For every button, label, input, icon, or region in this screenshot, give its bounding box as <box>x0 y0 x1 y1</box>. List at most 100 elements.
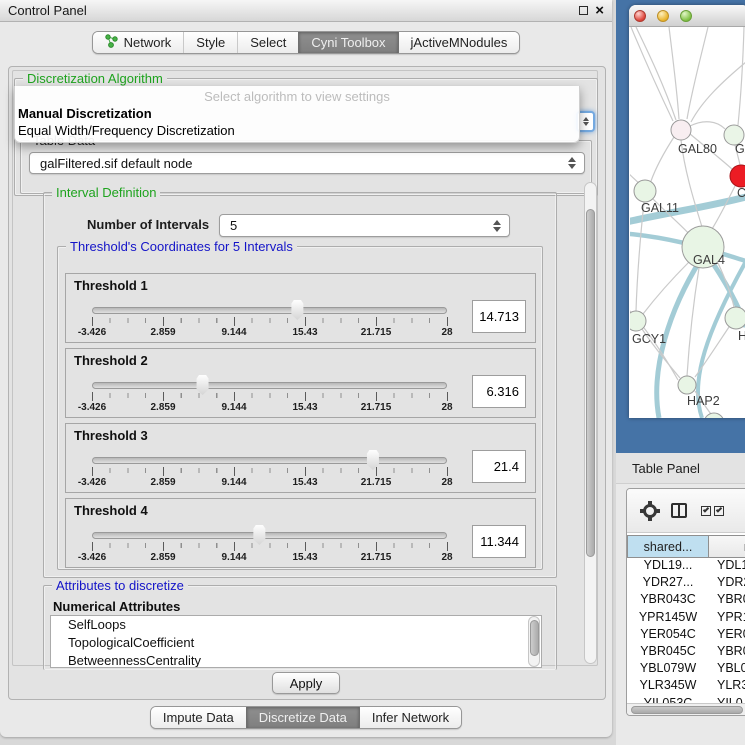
node-label: GAL11 <box>641 201 679 215</box>
scrollbar-thumb[interactable] <box>586 209 595 557</box>
column-header-name[interactable]: name <box>709 535 745 558</box>
tab-jactivemnodules[interactable]: jActiveMNodules <box>398 32 520 53</box>
network-edge[interactable] <box>691 62 745 122</box>
attributes-list-scrollbar[interactable] <box>528 616 540 667</box>
attribute-list-item[interactable]: SelfLoops <box>51 616 541 634</box>
tick-label: 9.144 <box>221 477 246 488</box>
threshold-value-field[interactable]: 6.316 <box>472 375 526 408</box>
network-edge[interactable] <box>636 27 676 120</box>
attribute-list-item[interactable]: TopologicalCoefficient <box>51 634 541 652</box>
float-window-icon[interactable] <box>579 6 588 15</box>
table-header: shared... name <box>627 535 745 558</box>
apply-button[interactable]: Apply <box>272 672 341 694</box>
table-toolbar <box>627 489 745 533</box>
table-row[interactable]: YBR043CYBR0 <box>627 592 745 609</box>
threshold-value-field[interactable]: 21.4 <box>472 450 526 483</box>
column-label: shared... <box>644 540 693 554</box>
tab-infer-network[interactable]: Infer Network <box>359 707 461 728</box>
attribute-list-item[interactable]: BetweennessCentrality <box>51 652 541 668</box>
network-window-titlebar[interactable] <box>629 5 745 27</box>
close-traffic-light-icon[interactable] <box>634 10 646 22</box>
threshold-value-field[interactable]: 14.713 <box>472 300 526 333</box>
network-node[interactable] <box>634 180 656 202</box>
tick-label: 15.43 <box>292 402 317 413</box>
number-of-intervals-label: Number of Intervals <box>87 217 209 232</box>
threshold-value-field[interactable]: 11.344 <box>472 525 526 558</box>
network-node[interactable] <box>725 307 745 329</box>
network-edge[interactable] <box>690 122 725 129</box>
tab-select[interactable]: Select <box>237 32 298 53</box>
network-edge[interactable] <box>630 162 640 184</box>
slider-scale: -3.4262.8599.14415.4321.71528 <box>92 467 447 489</box>
tick-label: 28 <box>441 552 452 563</box>
dropdown-option-equal-width-frequency[interactable]: Equal Width/Frequency Discretization <box>18 123 571 138</box>
network-edge[interactable] <box>687 27 708 119</box>
network-node[interactable] <box>671 120 691 140</box>
tab-network[interactable]: Network <box>93 32 184 53</box>
table-cell: YLR345W <box>627 678 709 695</box>
table-row[interactable]: YBL079WYBL0 <box>627 661 745 678</box>
group-title: Threshold's Coordinates for 5 Intervals <box>66 239 297 254</box>
tick-label: 21.715 <box>361 402 392 413</box>
tick-label: 28 <box>441 402 452 413</box>
table-row[interactable]: YIL053CYIL0 <box>627 696 745 704</box>
dropdown-option-manual-discretization[interactable]: Manual Discretization <box>18 106 571 121</box>
scrollbar-thumb[interactable] <box>530 620 539 656</box>
table-horizontal-scrollbar[interactable] <box>627 703 745 716</box>
slider-track[interactable] <box>92 457 447 464</box>
table-row[interactable]: YDL19...YDL1 <box>627 558 745 575</box>
slider-track[interactable] <box>92 382 447 389</box>
network-node[interactable] <box>704 413 724 418</box>
table-cell: YBL079W <box>627 661 709 678</box>
tab-discretize-data[interactable]: Discretize Data <box>246 707 359 728</box>
zoom-traffic-light-icon[interactable] <box>680 10 692 22</box>
network-node[interactable] <box>678 376 696 394</box>
table-row[interactable]: YLR345WYLR3 <box>627 678 745 695</box>
column-header-shared-name[interactable]: shared... <box>627 535 709 558</box>
minimize-traffic-light-icon[interactable] <box>657 10 669 22</box>
tick-label: 15.43 <box>292 552 317 563</box>
select-all-checkbox-icon[interactable] <box>701 506 711 516</box>
table-row[interactable]: YDR27...YDR2 <box>627 575 745 592</box>
table-cell: YIL0 <box>709 696 745 704</box>
panel-scrollbar[interactable] <box>584 182 597 664</box>
slider-scale: -3.4262.8599.14415.4321.71528 <box>92 317 447 339</box>
select-none-checkbox-icon[interactable] <box>714 506 724 516</box>
tab-label: Style <box>196 35 225 50</box>
network-edge[interactable] <box>738 27 744 125</box>
network-node[interactable] <box>730 165 745 187</box>
screenshot-root: { "window": { "title": "Control Panel" }… <box>0 0 745 745</box>
panel-title: Control Panel <box>8 3 87 18</box>
number-of-intervals-combobox[interactable]: 5 <box>219 214 510 237</box>
tick-label: 9.144 <box>221 402 246 413</box>
gear-icon[interactable] <box>643 504 657 518</box>
columns-icon[interactable] <box>671 503 687 518</box>
network-node[interactable] <box>630 311 646 331</box>
table-cell: YDL19... <box>627 558 709 575</box>
combobox-stepper-icon[interactable] <box>564 157 580 169</box>
close-icon[interactable]: × <box>595 5 604 17</box>
tab-label: Select <box>250 35 286 50</box>
tab-impute-data[interactable]: Impute Data <box>151 707 246 728</box>
network-view-window: GAL80GACGAL11GAL4GCY1HHAP2 <box>629 5 745 418</box>
tab-style[interactable]: Style <box>183 32 237 53</box>
tab-cyni-toolbox[interactable]: Cyni Toolbox <box>298 32 397 53</box>
slider-track[interactable] <box>92 307 447 314</box>
table-row[interactable]: YER054CYER0 <box>627 627 745 644</box>
table-data-combobox[interactable]: galFiltered.sif default node <box>29 152 585 174</box>
table-row[interactable]: YPR145WYPR1 <box>627 610 745 627</box>
table-cell: YBR0 <box>709 592 745 609</box>
table-cell: YIL053C <box>627 696 709 704</box>
scrollbar-thumb[interactable] <box>631 706 743 714</box>
slider-track[interactable] <box>92 532 447 539</box>
tick-label: 9.144 <box>221 327 246 338</box>
combobox-stepper-icon[interactable] <box>489 220 505 232</box>
network-canvas[interactable]: GAL80GACGAL11GAL4GCY1HHAP2 <box>630 27 745 418</box>
network-edge[interactable] <box>631 27 673 121</box>
combobox-value: 5 <box>230 218 237 233</box>
network-edge[interactable] <box>651 137 674 181</box>
node-label: H <box>738 329 745 343</box>
table-row[interactable]: YBR045CYBR0 <box>627 644 745 661</box>
numerical-attributes-list[interactable]: SelfLoopsTopologicalCoefficientBetweenne… <box>50 615 542 668</box>
slider-scale: -3.4262.8599.14415.4321.71528 <box>92 542 447 564</box>
